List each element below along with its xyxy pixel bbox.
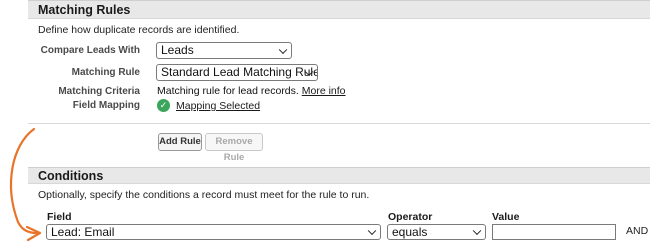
compare-leads-with-select[interactable]: Leads [156, 42, 292, 59]
check-circle-icon: ✓ [157, 99, 170, 112]
matching-rules-header: Matching Rules [28, 0, 650, 19]
condition-field-value: Lead: Email [51, 225, 115, 239]
compare-leads-with-value: Leads [161, 43, 194, 57]
mapping-selected-link[interactable]: Mapping Selected [176, 100, 260, 112]
condition-connector-label: AND [626, 225, 649, 237]
conditions-description: Optionally, specify the conditions a rec… [38, 189, 370, 201]
conditions-header: Conditions [28, 167, 650, 184]
matching-rules-description: Define how duplicate records are identif… [38, 24, 240, 36]
condition-value-input[interactable] [492, 224, 616, 240]
matching-rule-select[interactable]: Standard Lead Matching Rule [156, 64, 318, 81]
matching-rule-value: Standard Lead Matching Rule [161, 65, 318, 79]
more-info-link[interactable]: More info [302, 85, 346, 97]
remove-rule-button[interactable]: Remove Rule [205, 133, 263, 163]
value-column-label: Value [492, 211, 520, 223]
chevron-down-icon [472, 226, 482, 236]
add-rule-button[interactable]: Add Rule [158, 133, 202, 151]
chevron-down-icon [278, 45, 288, 54]
operator-column-label: Operator [388, 211, 433, 223]
condition-field-select[interactable]: Lead: Email [46, 224, 381, 240]
curved-arrow-icon [9, 127, 42, 242]
condition-operator-value: equals [392, 225, 428, 239]
field-mapping-value: Mapping Selected [176, 100, 260, 112]
matching-rules-divider [28, 123, 650, 124]
matching-criteria-value: Matching rule for lead records. More inf… [157, 85, 346, 97]
chevron-down-icon [367, 226, 377, 236]
condition-operator-select[interactable]: equals [387, 224, 486, 240]
matching-criteria-text: Matching rule for lead records. [157, 85, 299, 97]
